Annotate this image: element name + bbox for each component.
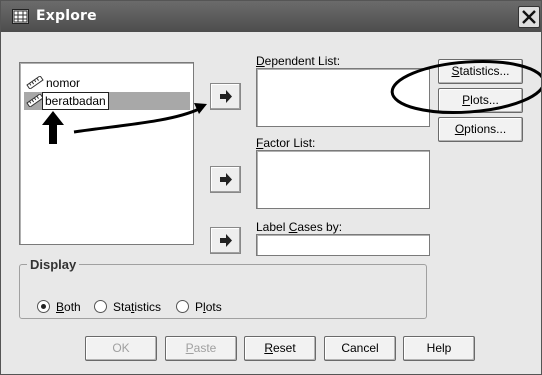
label-part: ptions... [464,122,507,136]
window-title: Explore [36,8,97,24]
arrow-right-icon [219,234,232,247]
move-to-dependent-button[interactable] [210,83,241,110]
radio-circle [94,300,107,313]
options-button[interactable]: Options... [438,117,523,142]
label-part: P [195,300,204,314]
ok-button[interactable]: OK [85,336,157,361]
label-part: Sta [113,300,132,314]
label-part: Cancel [341,341,379,355]
label-part: eset [272,341,296,355]
plots-button[interactable]: Plots... [438,88,523,113]
label-part: Help [426,341,452,355]
explore-dialog: Explore nomor beratbadan Dependent List:… [0,0,542,375]
label-part: ots [205,300,222,314]
arrow-right-icon [219,90,232,103]
label-mnemonic: P [185,341,194,355]
radio-label: Plots [195,299,222,315]
label-part: ependent List: [264,54,341,68]
close-icon [522,10,536,24]
source-variable-list[interactable]: nomor beratbadan [19,62,194,245]
dependent-list-label: Dependent List: [256,54,340,68]
dependent-list[interactable] [256,68,430,127]
label-mnemonic: O [454,122,465,136]
variable-label: nomor [46,76,81,90]
move-to-factor-button[interactable] [210,166,241,193]
help-button[interactable]: Help [403,336,475,361]
label-cases-field[interactable] [256,234,430,256]
app-icon [12,9,29,24]
label-mnemonic: B [56,300,65,314]
list-item[interactable]: nomor [26,74,186,92]
annotation-curve-arrowhead [194,103,207,114]
factor-list[interactable] [256,150,430,209]
label-part: tatistics... [459,64,510,78]
display-group-legend: Display [27,257,80,272]
paste-button[interactable]: Paste [165,336,237,361]
label-mnemonic: R [264,341,273,355]
label-part: aste [193,341,217,355]
label-part: ases by: [297,220,343,234]
statistics-button[interactable]: Statistics... [438,59,523,84]
cancel-button[interactable]: Cancel [324,336,396,361]
label-part: istics [134,300,162,314]
label-part: Label [256,220,289,234]
arrow-right-icon [219,173,232,186]
radio-dot [41,304,46,309]
list-item[interactable]: beratbadan [24,92,190,110]
radio-circle [37,300,50,313]
label-mnemonic: P [462,93,471,107]
label-part: OK [112,341,130,355]
radio-circle [176,300,189,313]
radio-label: Statistics [113,299,161,315]
scale-variable-icon [26,76,44,89]
label-cases-label: Label Cases by: [256,220,342,234]
close-button[interactable] [518,6,540,28]
title-bar[interactable]: Explore [1,1,541,32]
radio-label: Both [56,299,81,315]
variable-label: beratbadan [42,92,109,110]
label-part: actor List: [263,136,316,150]
label-part: oth [64,300,81,314]
reset-button[interactable]: Reset [244,336,316,361]
move-to-label-cases-button[interactable] [210,227,241,254]
factor-list-label: Factor List: [256,136,315,150]
label-mnemonic: D [256,54,265,68]
label-mnemonic: S [451,64,460,78]
label-part: lots... [470,93,499,107]
